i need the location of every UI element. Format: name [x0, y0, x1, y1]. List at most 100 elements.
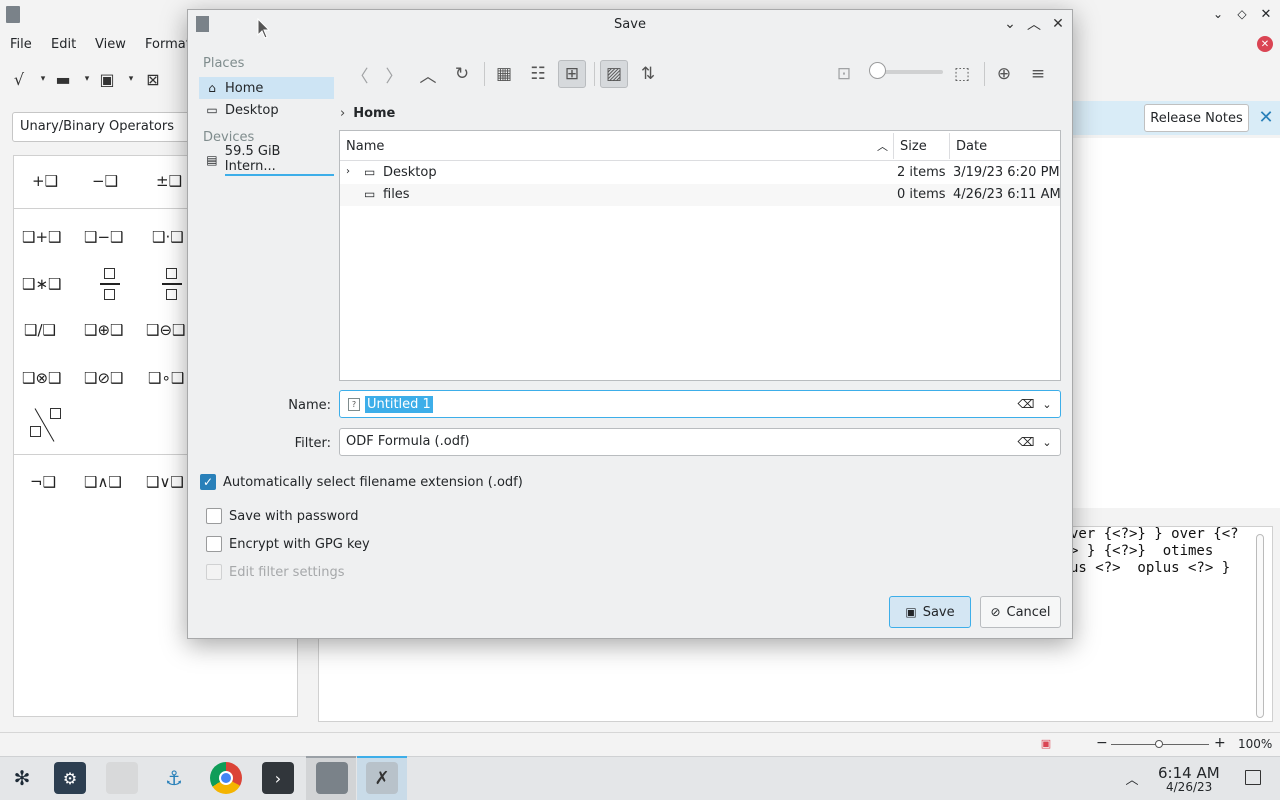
element-subtract[interactable]: ❑−❑	[84, 228, 123, 246]
document-icon[interactable]	[316, 762, 348, 794]
element-minus[interactable]: −❑	[92, 172, 118, 190]
close-icon[interactable]: ✕	[1258, 6, 1274, 22]
new-folder-icon[interactable]: ⊕	[990, 60, 1018, 88]
options-icon[interactable]: ≡	[1024, 60, 1052, 88]
element-add[interactable]: ❑+❑	[22, 228, 61, 246]
export-icon[interactable]: ⊠	[142, 68, 164, 90]
operators-dropdown[interactable]: Unary/Binary Operators	[12, 112, 192, 142]
save-with-password-option[interactable]: Save with password	[206, 506, 358, 526]
element-divide[interactable]: ❑/❑	[24, 321, 56, 339]
encrypt-gpg-checkbox[interactable]	[206, 536, 222, 552]
element-times[interactable]: ❑∗❑	[22, 275, 61, 293]
save-icon[interactable]: ▣	[96, 68, 118, 90]
place-desktop[interactable]: ▭ Desktop	[199, 99, 334, 121]
reload-icon[interactable]: ↻	[448, 60, 476, 88]
device-internal-drive[interactable]: ▤ 59.5 GiB Intern...	[199, 144, 334, 176]
chevron-down-icon[interactable]: ⌄	[1000, 14, 1020, 34]
minimize-icon[interactable]: ⌄	[1210, 6, 1226, 22]
menu-edit[interactable]: Edit	[51, 37, 76, 52]
maximize-icon[interactable]: ◇	[1234, 6, 1250, 22]
formula-icon[interactable]: √	[8, 68, 30, 90]
math-app-icon[interactable]: ✗	[366, 762, 398, 794]
clear-text-icon[interactable]: ⌫	[1018, 397, 1035, 411]
chevron-down-icon[interactable]: ▾	[32, 68, 54, 90]
show-desktop-icon[interactable]	[1245, 770, 1261, 785]
filename-value[interactable]: Untitled 1	[365, 396, 433, 413]
clock-date[interactable]: 4/26/23	[1166, 780, 1212, 794]
column-size[interactable]: Size	[900, 139, 927, 154]
close-icon[interactable]: ✕	[1048, 14, 1068, 34]
scrollbar[interactable]	[1256, 534, 1264, 718]
element-circ[interactable]: ❑∘❑	[148, 369, 184, 387]
element-odivide[interactable]: ❑⊘❑	[84, 369, 123, 387]
element-fraction[interactable]	[100, 268, 120, 302]
compact-view-icon[interactable]: ☷	[524, 60, 552, 88]
chevron-down-icon[interactable]: ▾	[120, 68, 142, 90]
close-icon[interactable]: ✕	[1256, 107, 1276, 128]
chevron-down-icon[interactable]: ▾	[76, 68, 98, 90]
zoom-out-icon[interactable]: −	[1096, 735, 1108, 751]
terminal-icon[interactable]: ›	[262, 762, 294, 794]
release-notes-button[interactable]: Release Notes	[1144, 104, 1249, 132]
menu-format[interactable]: Format	[145, 37, 191, 52]
element-ominus[interactable]: ❑⊖❑	[146, 321, 185, 339]
chevron-up-icon[interactable]: ︿	[1124, 770, 1140, 788]
chevron-right-icon[interactable]: ›	[346, 166, 350, 177]
element-neg[interactable]: ¬❑	[30, 473, 56, 491]
element-and[interactable]: ❑∧❑	[84, 473, 122, 491]
preview-icon[interactable]: ▨	[600, 60, 628, 88]
clear-text-icon[interactable]: ⌫	[1018, 435, 1035, 449]
document-canvas[interactable]	[1071, 138, 1280, 508]
column-name[interactable]: Name	[346, 139, 384, 154]
file-manager-icon[interactable]	[106, 762, 138, 794]
sort-icon[interactable]: ⇅	[634, 60, 662, 88]
element-otimes[interactable]: ❑⊗❑	[22, 369, 61, 387]
icon-size-slider[interactable]	[869, 62, 943, 79]
cancel-button[interactable]: ⊘ Cancel	[980, 596, 1061, 628]
file-row[interactable]: ▭ files 0 items 4/26/23 6:11 AM	[340, 184, 1061, 206]
chevron-down-icon[interactable]: ⌄	[1040, 434, 1054, 450]
element-plus[interactable]: +❑	[32, 172, 58, 190]
open-folder-icon[interactable]: ▬	[52, 68, 74, 90]
zoom-handle[interactable]	[1155, 740, 1163, 748]
chrome-icon[interactable]	[210, 762, 242, 794]
status-bar: ▣ − + 100%	[0, 732, 1280, 756]
zoom-in-icon[interactable]: ⬚	[948, 60, 976, 88]
zoom-out-icon[interactable]: ⊡	[830, 60, 858, 88]
zoom-in-icon[interactable]: +	[1214, 735, 1226, 751]
save-button[interactable]: ▣ Save	[889, 596, 971, 628]
filename-input[interactable]: ? Untitled 1 ⌫ ⌄	[339, 390, 1061, 418]
element-fraction-wide[interactable]	[162, 268, 182, 302]
tree-view-icon[interactable]: ⊞	[558, 60, 586, 88]
file-list[interactable]: Name ︿ Size Date › ▭ Desktop 2 items 3/1…	[339, 130, 1061, 381]
save-with-password-checkbox[interactable]	[206, 508, 222, 524]
icon-view-icon[interactable]: ▦	[490, 60, 518, 88]
element-plusminus[interactable]: ±❑	[156, 172, 182, 190]
element-wideslash[interactable]	[28, 406, 64, 444]
filter-combo[interactable]: ODF Formula (.odf) ⌫ ⌄	[339, 428, 1061, 456]
file-row[interactable]: › ▭ Desktop 2 items 3/19/23 6:20 PM	[340, 162, 1060, 184]
element-dot[interactable]: ❑·❑	[152, 228, 184, 246]
menu-file[interactable]: File	[10, 37, 32, 52]
app-launcher-icon[interactable]: ✻	[8, 764, 36, 792]
back-icon[interactable]: 〈	[346, 60, 374, 88]
menu-view[interactable]: View	[95, 37, 126, 52]
breadcrumb[interactable]: › Home	[340, 103, 395, 123]
auto-extension-option[interactable]: ✓ Automatically select filename extensio…	[200, 472, 523, 492]
forward-icon[interactable]: 〉	[380, 60, 408, 88]
chevron-down-icon[interactable]: ⌄	[1040, 396, 1054, 412]
close-document-icon[interactable]: ✕	[1257, 36, 1273, 52]
slider-handle[interactable]	[869, 62, 886, 79]
zoom-level[interactable]: 100%	[1238, 737, 1272, 751]
chevron-up-icon[interactable]: ︿	[1024, 14, 1044, 34]
breadcrumb-home[interactable]: Home	[353, 106, 395, 121]
settings-icon[interactable]: ⚙	[54, 762, 86, 794]
encrypt-gpg-option[interactable]: Encrypt with GPG key	[206, 534, 370, 554]
store-icon[interactable]: ⚓	[158, 762, 190, 794]
element-or[interactable]: ❑∨❑	[146, 473, 184, 491]
place-home[interactable]: ⌂ Home	[199, 77, 334, 99]
auto-extension-checkbox[interactable]: ✓	[200, 474, 216, 490]
element-oplus[interactable]: ❑⊕❑	[84, 321, 123, 339]
column-date[interactable]: Date	[956, 139, 987, 154]
parent-folder-icon[interactable]: ︿	[414, 60, 442, 88]
